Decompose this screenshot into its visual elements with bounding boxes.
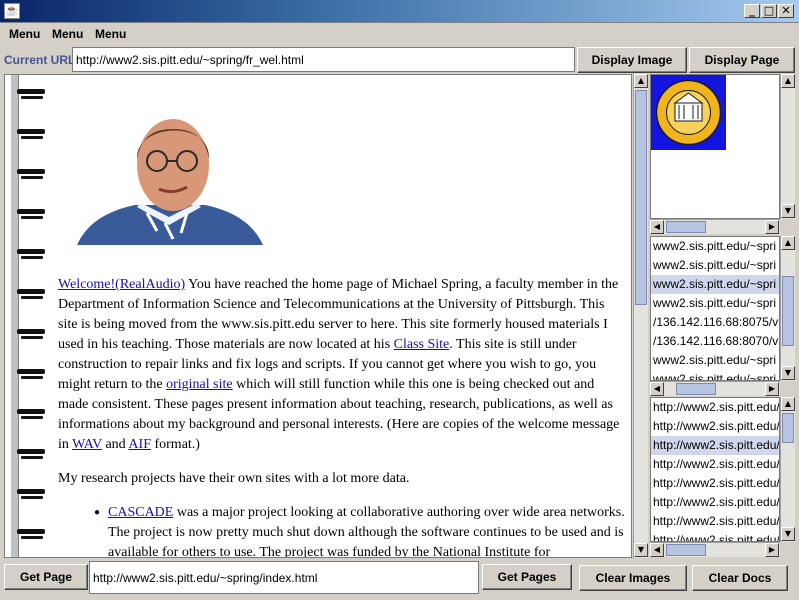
scroll-thumb[interactable] — [635, 90, 647, 305]
university-seal-icon — [651, 75, 726, 150]
doc-url-list: http://www2.sis.pitt.edu/http://www2.sis… — [650, 397, 780, 542]
current-url-field[interactable]: http://www2.sis.pitt.edu/~spring/fr_wel.… — [72, 47, 575, 72]
page-url-field[interactable]: http://www2.sis.pitt.edu/~spring/index.h… — [89, 561, 479, 594]
scroll-left-icon[interactable]: ◀ — [650, 543, 664, 557]
get-page-button[interactable]: Get Page — [4, 564, 88, 590]
scroll-left-icon[interactable]: ◀ — [650, 220, 664, 234]
scroll-thumb[interactable] — [782, 276, 794, 346]
page-content-pane: Welcome!(RealAudio) You have reached the… — [4, 74, 632, 558]
minimize-button[interactable]: _ — [744, 4, 760, 18]
page-list-hscroll[interactable]: ◀ ▶ — [650, 381, 780, 396]
list-item[interactable]: http://www2.sis.pitt.edu/ — [651, 398, 779, 417]
list-item[interactable]: www2.sis.pitt.edu/~spri — [651, 237, 779, 256]
wav-link[interactable]: WAV — [72, 437, 102, 452]
scroll-right-icon[interactable]: ▶ — [765, 543, 779, 557]
portrait-photo-icon — [77, 119, 263, 245]
scroll-thumb[interactable] — [666, 544, 706, 556]
doc-list-hscroll[interactable]: ◀ ▶ — [650, 542, 780, 557]
page-list-vscroll[interactable]: ▲ ▼ — [780, 236, 795, 381]
current-url-label: Current URL — [4, 53, 76, 67]
list-item[interactable]: /136.142.116.68:8070/vi — [651, 332, 779, 351]
list-item[interactable]: http://www2.sis.pitt.edu/ — [651, 417, 779, 436]
scroll-thumb[interactable] — [676, 383, 716, 395]
list-item[interactable]: http://www2.sis.pitt.edu/ — [651, 512, 779, 531]
list-item[interactable]: http://www2.sis.pitt.edu/ — [651, 474, 779, 493]
clear-docs-button[interactable]: Clear Docs — [692, 565, 788, 591]
list-item[interactable]: http://www2.sis.pitt.edu/ — [651, 436, 779, 455]
menu-item-1[interactable]: Menu — [9, 27, 40, 41]
cascade-link[interactable]: CASCADE — [108, 505, 173, 520]
scroll-down-icon[interactable]: ▼ — [781, 527, 795, 541]
menu-item-3[interactable]: Menu — [95, 27, 126, 41]
scroll-up-icon[interactable]: ▲ — [781, 74, 795, 88]
welcome-realaudio-link[interactable]: Welcome!(RealAudio) — [58, 277, 185, 292]
clear-images-button[interactable]: Clear Images — [579, 565, 687, 591]
welcome-text: Welcome!(RealAudio) You have reached the… — [58, 275, 626, 557]
list-item[interactable]: www2.sis.pitt.edu/~spri — [651, 275, 779, 294]
original-site-link[interactable]: original site — [166, 377, 233, 392]
scroll-thumb[interactable] — [666, 221, 706, 233]
scroll-right-icon[interactable]: ▶ — [765, 220, 779, 234]
display-image-button[interactable]: Display Image — [577, 47, 687, 73]
scroll-up-icon[interactable]: ▲ — [781, 236, 795, 250]
image-panel — [650, 74, 780, 219]
list-item[interactable]: http://www2.sis.pitt.edu/ — [651, 531, 779, 541]
scroll-down-icon[interactable]: ▼ — [781, 204, 795, 218]
list-item[interactable]: www2.sis.pitt.edu/~spri — [651, 256, 779, 275]
menu-item-2[interactable]: Menu — [52, 27, 83, 41]
scroll-right-icon[interactable]: ▶ — [765, 382, 779, 396]
doc-list-vscroll[interactable]: ▲ ▼ — [780, 397, 795, 542]
scroll-thumb[interactable] — [782, 413, 794, 443]
list-item[interactable]: www2.sis.pitt.edu/~spri — [651, 294, 779, 313]
display-page-button[interactable]: Display Page — [689, 47, 795, 73]
list-item[interactable]: www2.sis.pitt.edu/~spri — [651, 370, 779, 380]
welcome-paragraph: Welcome!(RealAudio) You have reached the… — [58, 277, 620, 452]
list-item[interactable]: www2.sis.pitt.edu/~spri — [651, 351, 779, 370]
scroll-down-icon[interactable]: ▼ — [781, 366, 795, 380]
list-item: CASCADE was a major project looking at c… — [94, 503, 626, 557]
content-scrollbar[interactable]: ▲ ▼ — [633, 74, 648, 558]
get-pages-button[interactable]: Get Pages — [482, 564, 572, 590]
scroll-left-icon[interactable]: ◀ — [650, 382, 664, 396]
maximize-button[interactable]: □ — [761, 4, 777, 18]
close-button[interactable]: ✕ — [778, 4, 794, 18]
scroll-down-icon[interactable]: ▼ — [634, 543, 648, 557]
scroll-up-icon[interactable]: ▲ — [781, 397, 795, 411]
research-paragraph: My research projects have their own site… — [58, 471, 410, 486]
title-bar: ☕ _ □ ✕ — [0, 0, 799, 23]
spiral-binding — [5, 75, 49, 557]
list-item[interactable]: http://www2.sis.pitt.edu/ — [651, 455, 779, 474]
aif-link[interactable]: AIF — [128, 437, 151, 452]
menu-bar: Menu Menu Menu — [0, 23, 799, 45]
java-app-icon: ☕ — [4, 3, 20, 19]
image-panel-vscroll[interactable]: ▲ ▼ — [780, 74, 795, 219]
list-item[interactable]: http://www2.sis.pitt.edu/ — [651, 493, 779, 512]
scroll-up-icon[interactable]: ▲ — [634, 74, 648, 88]
class-site-link[interactable]: Class Site — [394, 337, 450, 352]
list-item[interactable]: /136.142.116.68:8075/vi — [651, 313, 779, 332]
page-url-list: www2.sis.pitt.edu/~spri www2.sis.pitt.edu… — [650, 236, 780, 381]
image-panel-hscroll[interactable]: ◀ ▶ — [650, 219, 780, 234]
